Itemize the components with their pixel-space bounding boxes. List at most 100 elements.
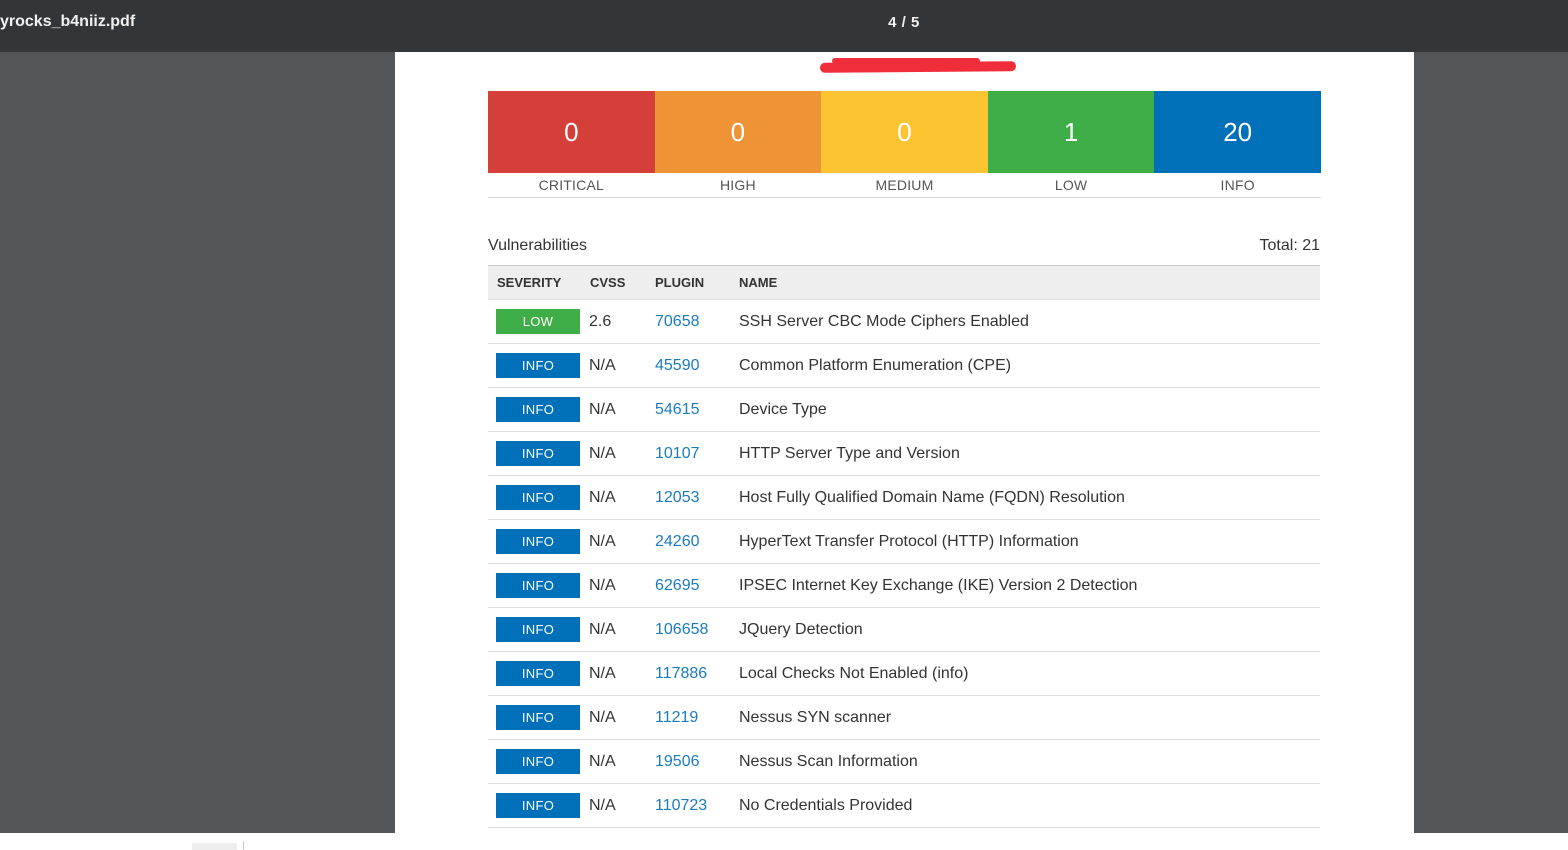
severity-badge: INFO: [496, 661, 580, 686]
vulnerability-name: No Credentials Provided: [739, 796, 913, 814]
divider: [488, 197, 1321, 198]
severity-cell: INFO: [488, 397, 589, 422]
summary-label: HIGH: [719, 177, 756, 193]
summary-count: 1: [1063, 116, 1079, 147]
bottom-bar: [0, 833, 1568, 850]
summary-count-box: 1: [987, 91, 1155, 173]
summary-count: 0: [564, 116, 579, 147]
summary-info: 20 INFO: [1154, 91, 1321, 197]
severity-badge: INFO: [496, 749, 580, 774]
summary-critical: 0 CRITICAL: [488, 91, 655, 197]
severity-cell: INFO: [488, 573, 589, 598]
plugin-link[interactable]: 117886: [655, 665, 739, 683]
table-row: INFO N/A 12053 Host Fully Qualified Domain …: [488, 476, 1320, 520]
severity-badge: INFO: [496, 617, 580, 642]
table-row: INFO N/A 117886 Local Checks Not Enabled (i…: [488, 652, 1320, 696]
table-row: LOW 2.6 70658 SSH Server CBC Mode Ciphers E…: [488, 300, 1320, 344]
table-row: INFO N/A 24260 HyperText Transfer Protocol …: [488, 520, 1320, 564]
pdf-viewer[interactable]: 0 CRITICAL 0 HIGH 0 MEDIUM 1 LOW 20 INFO…: [0, 52, 1568, 833]
cvss-cell: N/A: [589, 576, 616, 594]
plugin-link[interactable]: 70658: [655, 313, 739, 331]
severity-cell: INFO: [488, 529, 589, 554]
severity-badge: INFO: [496, 485, 580, 510]
severity-badge: INFO: [496, 793, 580, 818]
severity-summary: 0 CRITICAL 0 HIGH 0 MEDIUM 1 LOW 20 INFO: [488, 91, 1321, 197]
table-row: INFO N/A 45590 Common Platform Enumeration …: [488, 344, 1320, 388]
plugin-link[interactable]: 12053: [655, 489, 739, 507]
severity-badge: INFO: [496, 529, 580, 554]
header-severity: SEVERITY: [497, 275, 562, 290]
vulnerability-name: Nessus Scan Information: [739, 752, 918, 770]
header-name: NAME: [739, 275, 778, 290]
table-row: INFO N/A 11219 Nessus SYN scanner: [488, 696, 1320, 740]
table-row: INFO N/A 106658 JQuery Detection: [488, 608, 1320, 652]
severity-cell: INFO: [488, 749, 589, 774]
summary-label: MEDIUM: [875, 177, 934, 193]
cvss-cell: N/A: [589, 532, 616, 550]
redaction-mark: [819, 61, 1017, 73]
file-name: yrocks_b4niiz.pdf: [0, 13, 136, 30]
vulnerability-name: Local Checks Not Enabled (info): [739, 664, 969, 682]
vulnerability-name: Host Fully Qualified Domain Name (FQDN) …: [739, 488, 1125, 506]
severity-cell: INFO: [488, 705, 589, 730]
vulnerability-name: SSH Server CBC Mode Ciphers Enabled: [739, 312, 1029, 330]
plugin-link[interactable]: 24260: [655, 533, 739, 551]
vulnerability-name: Device Type: [739, 400, 827, 418]
summary-count-box: 0: [654, 91, 822, 173]
cvss-cell: N/A: [589, 400, 616, 418]
table-row: INFO N/A 19506 Nessus Scan Information: [488, 740, 1320, 784]
page-indicator[interactable]: 4 / 5: [870, 14, 938, 31]
vulnerabilities-title: Vulnerabilities: [488, 237, 588, 254]
severity-cell: INFO: [488, 441, 589, 466]
summary-count: 0: [897, 116, 912, 147]
divider: [243, 841, 244, 850]
severity-cell: LOW: [488, 309, 589, 334]
table-row: INFO N/A 62695 IPSEC Internet Key Exchange …: [488, 564, 1320, 608]
vulnerability-name: Nessus SYN scanner: [739, 708, 892, 726]
plugin-link[interactable]: 19506: [655, 753, 739, 771]
summary-count: 0: [730, 116, 746, 147]
bottom-tab[interactable]: [192, 843, 237, 850]
cvss-cell: N/A: [589, 444, 616, 462]
table-header: SEVERITY CVSS PLUGIN NAME: [488, 266, 1320, 300]
pdf-page: 0 CRITICAL 0 HIGH 0 MEDIUM 1 LOW 20 INFO…: [395, 52, 1414, 833]
summary-label: INFO: [1220, 177, 1255, 193]
vulnerability-name: HyperText Transfer Protocol (HTTP) Infor…: [739, 532, 1079, 550]
severity-cell: INFO: [488, 617, 589, 642]
header-plugin: PLUGIN: [655, 275, 705, 290]
vulnerability-name: JQuery Detection: [739, 620, 863, 638]
table-row: INFO N/A 54615 Device Type: [488, 388, 1320, 432]
summary-count: 20: [1223, 116, 1253, 147]
summary-low: 1 LOW: [987, 91, 1155, 197]
vulnerability-name: Common Platform Enumeration (CPE): [739, 356, 1012, 374]
plugin-link[interactable]: 11219: [655, 709, 739, 727]
summary-medium: 0 MEDIUM: [821, 91, 988, 197]
severity-cell: INFO: [488, 661, 589, 686]
plugin-link[interactable]: 62695: [655, 577, 739, 595]
severity-cell: INFO: [488, 793, 589, 818]
cvss-cell: N/A: [589, 488, 616, 506]
vulnerability-name: HTTP Server Type and Version: [739, 444, 960, 462]
severity-cell: INFO: [488, 485, 589, 510]
plugin-link[interactable]: 45590: [655, 357, 739, 375]
vulnerabilities-total: Total: 21: [1259, 237, 1320, 254]
plugin-link[interactable]: 10107: [655, 445, 739, 463]
cvss-cell: N/A: [589, 356, 616, 374]
cvss-cell: N/A: [589, 664, 616, 682]
header-cvss: CVSS: [590, 275, 626, 290]
severity-badge: INFO: [496, 353, 580, 378]
plugin-link[interactable]: 110723: [655, 797, 739, 815]
plugin-link[interactable]: 54615: [655, 401, 739, 419]
vulnerability-name: IPSEC Internet Key Exchange (IKE) Versio…: [739, 576, 1138, 594]
summary-count-box: 0: [821, 91, 988, 173]
severity-badge: INFO: [496, 573, 580, 598]
severity-badge: INFO: [496, 705, 580, 730]
severity-badge: INFO: [496, 441, 580, 466]
summary-label: CRITICAL: [538, 177, 604, 193]
plugin-link[interactable]: 106658: [655, 621, 739, 639]
cvss-cell: N/A: [589, 620, 616, 638]
summary-label: LOW: [1054, 177, 1088, 193]
severity-badge: LOW: [496, 309, 580, 334]
vulnerabilities-table: SEVERITY CVSS PLUGIN NAME LOW 2.6 70658 SSH…: [488, 265, 1320, 828]
pdf-toolbar: yrocks_b4niiz.pdf 4 / 5: [0, 0, 1568, 52]
